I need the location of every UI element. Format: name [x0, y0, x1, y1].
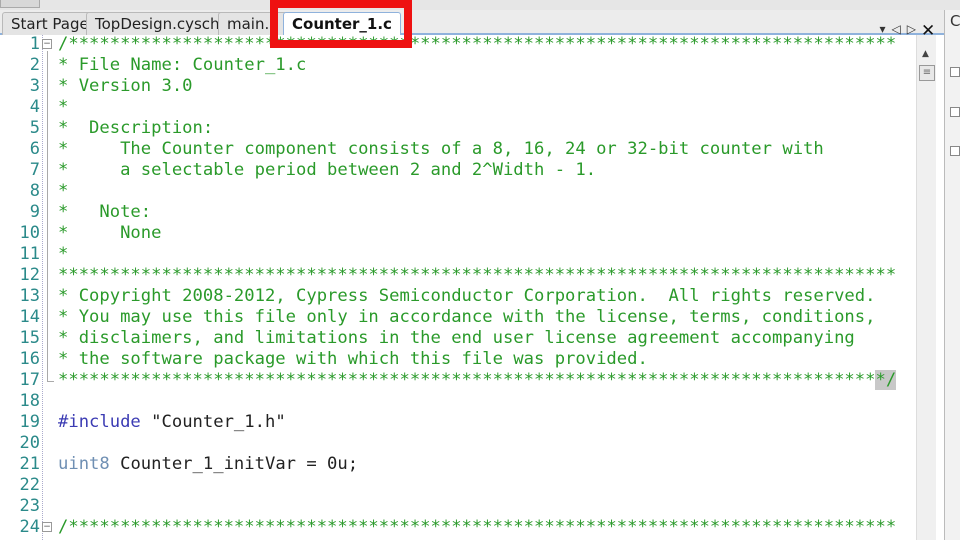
line-number: 19 — [19, 412, 40, 432]
dropdown-button[interactable] — [0, 0, 40, 8]
code-line: * — [58, 244, 68, 265]
line-number: 16 — [19, 349, 40, 369]
code-editor[interactable]: 1−2 3 4 5 6 7 8 9 10 11 12 13 14 15 16 17 18 19 20 21 22 23 24… — [0, 35, 916, 540]
code-line: /***************************************… — [58, 517, 896, 538]
code-line: ****************************************… — [58, 370, 897, 391]
line-number: 10 — [19, 223, 40, 243]
code-token: * — [58, 244, 69, 264]
code-line: * None — [58, 223, 161, 244]
code-line: * disclaimers, and limitations in the en… — [58, 328, 855, 349]
line-number: 20 — [19, 433, 40, 453]
line-number: 13 — [19, 286, 40, 306]
code-token: * Copyright 2008-2012, Cypress Semicondu… — [58, 286, 876, 306]
toolbar-strip — [0, 0, 960, 10]
vertical-scrollbar[interactable]: ▲ ≡ — [916, 35, 936, 540]
code-line: * — [58, 181, 68, 202]
code-line: * — [58, 97, 68, 118]
document-tab-bar: Start Page TopDesign.cysch main.c Counte… — [0, 10, 944, 41]
fold-toggle-icon[interactable]: − — [42, 39, 52, 49]
code-line: * You may use this file only in accordan… — [58, 307, 875, 328]
code-token: /***************************************… — [58, 517, 897, 537]
line-number: 14 — [19, 307, 40, 327]
line-number: 22 — [19, 475, 40, 495]
code-line: * a selectable period between 2 and 2^Wi… — [58, 160, 596, 181]
line-number: 6 — [29, 139, 40, 159]
code-line: * Copyright 2008-2012, Cypress Semicondu… — [58, 286, 875, 307]
right-panel-title: C — [950, 12, 960, 30]
code-token: uint8 — [58, 454, 110, 474]
tree-collapse-icon[interactable] — [950, 146, 960, 156]
code-token: * You may use this file only in accordan… — [58, 307, 876, 327]
fold-line — [47, 51, 48, 382]
scroll-thumb[interactable]: ≡ — [919, 65, 935, 81]
code-line: * Description: — [58, 118, 213, 139]
code-line: #include "Counter_1.h" — [58, 412, 286, 433]
fold-end — [47, 381, 54, 382]
code-line: * the software package with which this f… — [58, 349, 648, 370]
code-token: ****************************************… — [58, 265, 897, 285]
highlight-box — [270, 0, 412, 48]
line-number: 23 — [19, 496, 40, 516]
code-line: * Note: — [58, 202, 151, 223]
line-number: 7 — [29, 160, 40, 180]
code-token: * File Name: Counter_1.c — [58, 55, 307, 75]
code-token: */ — [875, 370, 897, 390]
line-number: 24 — [19, 517, 40, 537]
line-number: 8 — [29, 181, 40, 201]
right-panel: C — [944, 10, 960, 540]
code-token: * a selectable period between 2 and 2^Wi… — [58, 160, 597, 180]
code-line: * The Counter component consists of a 8,… — [58, 139, 824, 160]
code-line: uint8 Counter_1_initVar = 0u; — [58, 454, 358, 475]
line-number: 18 — [19, 391, 40, 411]
line-number: 5 — [29, 118, 40, 138]
line-number: 11 — [19, 244, 40, 264]
code-token: * the software package with which this f… — [58, 349, 648, 369]
code-token: "Counter_1.h" — [140, 412, 286, 432]
code-token: * — [58, 181, 69, 201]
code-line: * File Name: Counter_1.c — [58, 55, 306, 76]
line-number: 21 — [19, 454, 40, 474]
code-line: * Version 3.0 — [58, 76, 193, 97]
line-number: 9 — [29, 202, 40, 222]
code-line: /***************************************… — [58, 35, 896, 55]
line-number: 17 — [19, 370, 40, 390]
tab-topdesign[interactable]: TopDesign.cysch — [86, 12, 229, 35]
tree-collapse-icon[interactable] — [950, 67, 960, 77]
code-line: ****************************************… — [58, 265, 896, 286]
line-number: 3 — [29, 76, 40, 96]
code-token: * Version 3.0 — [58, 76, 193, 96]
code-token: * The Counter component consists of a 8,… — [58, 139, 824, 159]
code-token: #include — [58, 412, 141, 432]
code-token: /***************************************… — [58, 35, 897, 54]
line-number: 1 — [29, 35, 40, 54]
line-number: 4 — [29, 97, 40, 117]
code-token: ****************************************… — [58, 370, 876, 390]
code-token: * disclaimers, and limitations in the en… — [58, 328, 855, 348]
code-token: * Description: — [58, 118, 214, 138]
line-number: 15 — [19, 328, 40, 348]
code-token: * Note: — [58, 202, 152, 222]
tab-nav-icons[interactable]: ▾◁▷ — [880, 22, 922, 36]
code-token: * — [58, 97, 69, 117]
tree-collapse-icon[interactable] — [950, 107, 960, 117]
line-number: 2 — [29, 55, 40, 75]
code-token: * None — [58, 223, 162, 243]
line-number: 12 — [19, 265, 40, 285]
scroll-up-icon[interactable]: ▲ — [922, 49, 929, 59]
tab-start-page[interactable]: Start Page — [2, 12, 98, 35]
line-gutter: 1−2 3 4 5 6 7 8 9 10 11 12 13 14 15 16 17 18 19 20 21 22 23 24… — [0, 35, 52, 540]
code-token: Counter_1_initVar = 0u; — [109, 454, 359, 474]
fold-toggle-icon[interactable]: − — [42, 522, 52, 532]
